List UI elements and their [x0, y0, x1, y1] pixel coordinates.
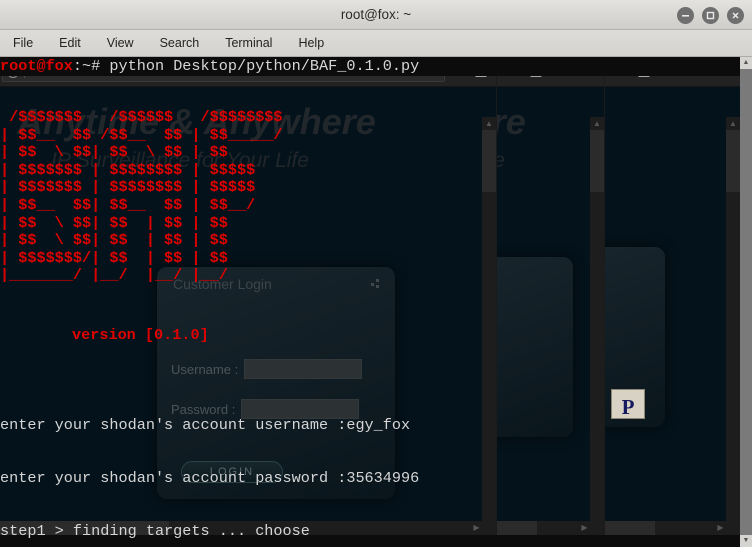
page-hero-subtitle: IP Surveillance for Your Life: [51, 149, 309, 172]
titlebar[interactable]: root@fox: ~: [0, 0, 752, 30]
scroll-up-arrow-icon[interactable]: ▲: [740, 57, 752, 69]
browser-page-1: Anytime & Anywhere IP Surveillance for Y…: [0, 87, 496, 535]
minimize-button[interactable]: [677, 6, 694, 24]
menu-file[interactable]: File: [10, 34, 36, 52]
page-hero-subtitle: IP Surveillance for Your Life: [497, 149, 505, 173]
terminal-scrollbar[interactable]: ▲ ▼: [740, 57, 752, 547]
screen-root: nav x86-bit root@fox: ~ File Edit: [0, 0, 752, 547]
close-button[interactable]: [727, 6, 744, 24]
panel-grip-icon: [371, 279, 381, 289]
browser-window-1[interactable]: i 83.146.116.4:82 ↻ » ☰ Anytime & Anywhe…: [0, 57, 496, 535]
login-button[interactable]: LOGIN: [181, 461, 283, 483]
maximize-button[interactable]: [702, 6, 719, 24]
password-row: Password :: [171, 399, 360, 419]
customer-login-panel[interactable]: [497, 257, 573, 437]
camera-vendor-logo: P: [611, 389, 645, 419]
browser-1-horizontal-scrollbar[interactable]: ▶: [0, 521, 496, 535]
scroll-thumb[interactable]: [497, 521, 537, 535]
command-prompt-line[interactable]: root@fox:~# python Desktop/python/BAF_0.…: [0, 57, 740, 76]
terminal-body[interactable]: i 83.146.116.4:82 ↻ » ☰ Anytime & Anywhe…: [0, 57, 752, 547]
menubar: File Edit View Search Terminal Help: [0, 30, 752, 57]
window-controls: [677, 0, 744, 30]
scroll-up-arrow-icon[interactable]: ▲: [482, 117, 496, 130]
menu-terminal[interactable]: Terminal: [222, 34, 275, 52]
scroll-right-arrow-icon[interactable]: ▶: [470, 521, 483, 535]
prompt-tail: :~#: [72, 57, 110, 75]
browser-window-2[interactable]: » ☰ ↻ Anytime & Anywhere IP Surveillance…: [496, 57, 604, 535]
scroll-thumb[interactable]: [605, 521, 655, 535]
prompt-user: root@fox: [0, 57, 73, 75]
scroll-up-arrow-icon[interactable]: ▲: [726, 117, 740, 130]
login-panel-title: Customer Login: [173, 276, 272, 292]
browser-1-vertical-scrollbar[interactable]: ▲ ▼: [482, 117, 496, 535]
browser-page-2: Anytime & Anywhere IP Surveillance for Y…: [497, 87, 604, 535]
username-row: Username :: [171, 359, 363, 379]
browser-2-vertical-scrollbar[interactable]: ▲ ▼: [590, 117, 604, 535]
browser-3-vertical-scrollbar[interactable]: ▲ ▼: [726, 117, 740, 535]
background-browser-windows: i 83.146.116.4:82 ↻ » ☰ Anytime & Anywhe…: [0, 57, 740, 547]
customer-login-panel[interactable]: Customer Login Username : Password : LOG…: [157, 267, 395, 499]
scroll-thumb[interactable]: [726, 130, 740, 192]
username-input[interactable]: [244, 359, 363, 379]
scroll-right-arrow-icon[interactable]: ▶: [714, 521, 727, 535]
scroll-thumb[interactable]: [0, 521, 169, 535]
page-hero-title: Anytime & Anywhere: [497, 101, 526, 142]
browser-2-horizontal-scrollbar[interactable]: ▶: [497, 521, 604, 535]
scroll-down-arrow-icon[interactable]: ▼: [740, 535, 752, 547]
password-input[interactable]: [241, 399, 360, 419]
menu-edit[interactable]: Edit: [56, 34, 84, 52]
scroll-thumb[interactable]: [482, 130, 496, 192]
username-label: Username :: [171, 361, 239, 377]
password-label: Password :: [171, 401, 236, 417]
menu-search[interactable]: Search: [157, 34, 203, 52]
window-title: root@fox: ~: [340, 7, 412, 22]
scroll-right-arrow-icon[interactable]: ▶: [578, 521, 591, 535]
browser-3-horizontal-scrollbar[interactable]: ▶: [605, 521, 740, 535]
browser-page-3: Anytime & Anywhere IP Surveillance for Y…: [605, 87, 740, 535]
page-hero-title: Anytime & Anywhere: [17, 101, 376, 142]
prompt-command: python Desktop/python/BAF_0.1.0.py: [109, 57, 420, 75]
browser-window-3[interactable]: » ☰ Anytime & Anywhere IP Surveillance f…: [604, 57, 740, 535]
menu-view[interactable]: View: [104, 34, 137, 52]
scroll-up-arrow-icon[interactable]: ▲: [590, 117, 604, 130]
terminal-window: root@fox: ~ File Edit View Search Termin…: [0, 0, 752, 547]
menu-help[interactable]: Help: [295, 34, 327, 52]
scroll-thumb[interactable]: [590, 130, 604, 192]
